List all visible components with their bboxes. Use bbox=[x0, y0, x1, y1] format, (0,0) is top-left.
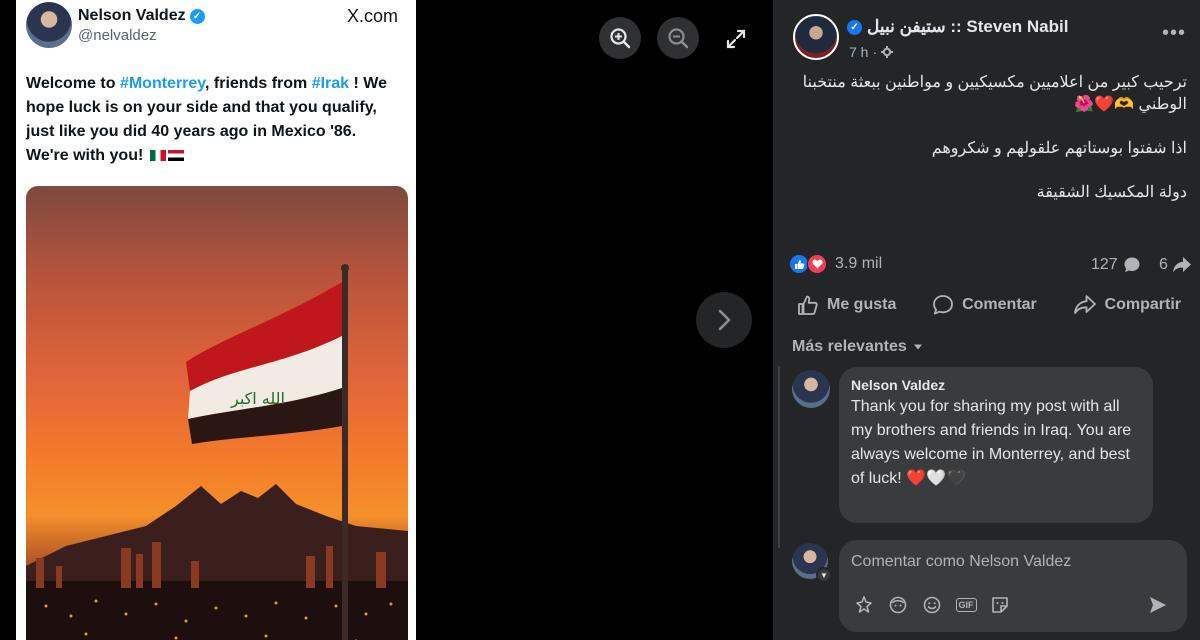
tweet-avatar bbox=[26, 2, 72, 48]
comment-thread-line bbox=[778, 366, 780, 548]
mexico-flag-icon bbox=[149, 150, 166, 162]
post-actions-bar: Me gusta Comentar Compartir bbox=[789, 282, 1189, 328]
love-reaction-icon bbox=[807, 254, 827, 274]
iraq-flag-sunset-illustration: الله اكبر bbox=[26, 264, 408, 640]
zoom-out-button[interactable] bbox=[657, 17, 699, 59]
share-count-link[interactable]: 6 bbox=[1159, 256, 1192, 274]
flag-inscription: الله اكبر bbox=[230, 389, 285, 409]
like-reaction-icon bbox=[789, 254, 809, 274]
page-name-label: ستيفن نبيل :: Steven Nabil bbox=[867, 17, 1069, 36]
gif-icon: GIF bbox=[955, 598, 977, 612]
smiley-icon bbox=[923, 596, 941, 614]
comment-count-label: 127 bbox=[1091, 256, 1118, 273]
iraq-flag-icon bbox=[167, 150, 184, 162]
sticker-icon bbox=[992, 597, 1008, 613]
sticker-button[interactable] bbox=[987, 592, 1013, 618]
page-avatar[interactable] bbox=[793, 14, 839, 60]
thumbs-up-icon bbox=[798, 295, 818, 315]
sparkle-avatar-icon bbox=[856, 596, 872, 613]
verified-badge-icon: ✓ bbox=[189, 8, 205, 24]
gif-button[interactable]: GIF bbox=[953, 592, 979, 618]
next-photo-button[interactable] bbox=[696, 292, 752, 348]
page-name-link[interactable]: ✓ ستيفن نبيل :: Steven Nabil bbox=[847, 17, 1068, 37]
post-time-label: 7 h bbox=[849, 44, 869, 60]
zoom-in-button[interactable] bbox=[599, 17, 641, 59]
fullscreen-button[interactable] bbox=[722, 25, 750, 53]
tweet-text-part: , friends from bbox=[205, 75, 312, 92]
verified-badge-icon: ✓ bbox=[847, 19, 862, 35]
hashtag-irak: #Irak bbox=[311, 75, 350, 92]
zoom-in-icon bbox=[610, 28, 631, 49]
share-icon bbox=[1073, 295, 1096, 314]
send-icon bbox=[1150, 597, 1166, 613]
composer-tools: GIF bbox=[851, 592, 1179, 618]
post-paragraph: اذا شفتوا بوستاتهم علقولهم و شكروهم bbox=[931, 140, 1187, 157]
ellipsis-icon: ••• bbox=[1161, 22, 1186, 44]
send-comment-button[interactable] bbox=[1145, 592, 1171, 618]
tweet-header: Nelson Valdez ✓ @nelvaldez X.com bbox=[16, 0, 416, 56]
comment-composer: GIF bbox=[839, 540, 1187, 632]
gear-icon bbox=[881, 46, 894, 58]
comment-sort-dropdown[interactable]: Más relevantes bbox=[792, 338, 923, 356]
reactions-summary[interactable]: 3.9 mil bbox=[789, 254, 882, 274]
chevron-right-icon bbox=[718, 309, 731, 331]
caret-down-icon bbox=[913, 344, 922, 350]
commenter-avatar[interactable] bbox=[792, 370, 830, 408]
share-count-label: 6 bbox=[1159, 256, 1168, 273]
post-paragraph: ترحيب كبير من اعلاميين مكسيكيين و مواطني… bbox=[802, 74, 1187, 113]
like-button[interactable]: Me gusta bbox=[789, 288, 904, 322]
tweet-text: Welcome to #Monterrey, friends from #Ira… bbox=[26, 72, 398, 168]
tweet-photo: الله اكبر bbox=[26, 186, 408, 640]
tweet-image: Nelson Valdez ✓ @nelvaldez X.com Welcome… bbox=[16, 0, 416, 640]
avatar-sticker-button[interactable] bbox=[851, 592, 877, 618]
post-text: ترحيب كبير من اعلاميين مكسيكيين و مواطني… bbox=[793, 72, 1187, 226]
share-button[interactable]: Compartir bbox=[1065, 288, 1189, 322]
tweet-author-name: Nelson Valdez ✓ bbox=[78, 7, 205, 25]
emoji-button[interactable] bbox=[919, 592, 945, 618]
photo-viewer: Nelson Valdez ✓ @nelvaldez X.com Welcome… bbox=[0, 0, 1200, 640]
comment-bubble: Nelson Valdez Thank you for sharing my p… bbox=[839, 367, 1153, 523]
profile-switch-icon[interactable]: ▼ bbox=[816, 567, 832, 583]
tweet-site-label: X.com bbox=[346, 6, 398, 26]
comment-count-link[interactable]: 127 bbox=[1091, 256, 1141, 274]
reaction-count: 3.9 mil bbox=[835, 255, 883, 272]
tweet-text-part: Welcome to bbox=[26, 75, 120, 92]
share-label: Compartir bbox=[1104, 296, 1181, 313]
share-arrow-icon bbox=[1172, 257, 1191, 273]
comment-author-link[interactable]: Nelson Valdez bbox=[851, 377, 1141, 393]
avatar-face-icon bbox=[889, 596, 907, 614]
post-panel: ✓ ستيفن نبيل :: Steven Nabil 7 h · ••• ت… bbox=[773, 0, 1200, 640]
avatar-button[interactable] bbox=[885, 592, 911, 618]
post-paragraph: دولة المكسيك الشقيقة bbox=[1036, 184, 1187, 201]
post-timestamp[interactable]: 7 h · bbox=[849, 44, 894, 60]
like-label: Me gusta bbox=[827, 296, 897, 313]
comment-text: Thank you for sharing my post with all m… bbox=[851, 398, 1132, 487]
sort-label: Más relevantes bbox=[792, 338, 907, 355]
comment-icon bbox=[933, 295, 953, 315]
zoom-out-icon bbox=[668, 28, 689, 49]
tweet-author-handle: @nelvaldez bbox=[78, 27, 157, 44]
more-options-button[interactable]: ••• bbox=[1162, 22, 1186, 45]
dot-separator: · bbox=[872, 44, 878, 60]
comment-button[interactable]: Comentar bbox=[924, 288, 1045, 322]
expand-icon bbox=[726, 29, 746, 49]
tweet-author-label: Nelson Valdez bbox=[78, 7, 186, 24]
comment-bubble-icon bbox=[1124, 257, 1140, 272]
comment-input[interactable] bbox=[851, 550, 1171, 574]
comment-label: Comentar bbox=[962, 296, 1037, 313]
hashtag-monterrey: #Monterrey bbox=[119, 75, 206, 92]
